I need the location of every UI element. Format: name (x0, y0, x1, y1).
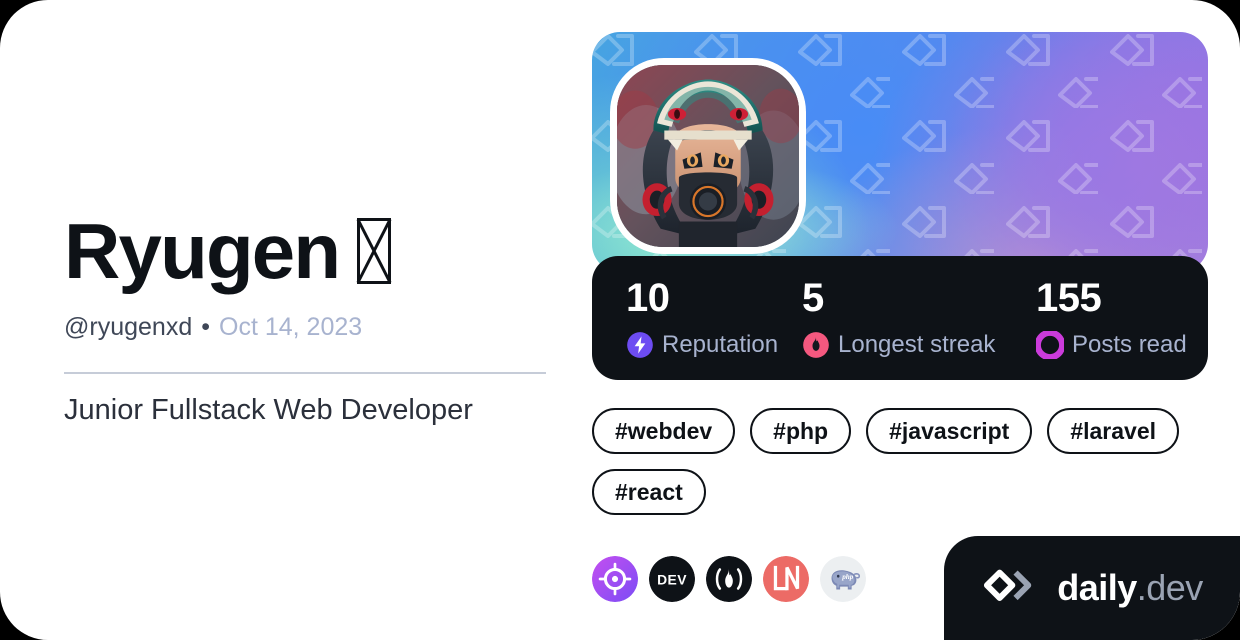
tag-chip[interactable]: #laravel (1047, 408, 1180, 454)
daily-dev-logo-icon (984, 569, 1032, 601)
tag-chip[interactable]: #react (592, 469, 706, 515)
brand-wordmark: daily.dev (1057, 570, 1203, 606)
php-elephant-icon[interactable]: php (820, 556, 866, 602)
tag-chip[interactable]: #javascript (866, 408, 1033, 454)
stat-longest-streak: 5 Longest streak (802, 278, 1036, 380)
ln-icon[interactable] (763, 556, 809, 602)
devto-icon[interactable]: DEV (649, 556, 695, 602)
stat-label: Longest streak (838, 331, 996, 358)
profile-visual-column: 10 Reputation 5 Longest streak 155 Posts… (592, 32, 1208, 602)
stats-bar: 10 Reputation 5 Longest streak 155 Posts… (592, 256, 1208, 380)
hashnode-flame-icon[interactable] (706, 556, 752, 602)
stat-posts-read: 155 Posts read (1036, 278, 1187, 380)
social-links: DEV php (592, 556, 866, 602)
ring-icon (1036, 331, 1064, 359)
stat-value: 10 (626, 276, 670, 320)
section-divider (64, 372, 546, 374)
meta-separator: • (201, 313, 210, 341)
stat-value: 5 (802, 276, 824, 320)
profile-meta: @ryugenxd • Oct 14, 2023 (64, 313, 362, 342)
tag-chip[interactable]: #webdev (592, 408, 736, 454)
page-title: Ryugen (64, 207, 341, 295)
codepen-target-icon[interactable] (592, 556, 638, 602)
stat-label-row: Longest streak (802, 331, 1036, 359)
dev-card: Ryugen @ryugenxd • Oct 14, 2023 Junior F… (0, 0, 1240, 640)
stat-value: 155 (1036, 276, 1102, 320)
lightning-bolt-icon (627, 332, 653, 358)
avatar (617, 65, 799, 247)
brand-name-secondary: .dev (1136, 567, 1204, 608)
svg-text:php: php (841, 573, 854, 581)
stat-reputation: 10 Reputation (626, 278, 802, 380)
stat-label-row: Reputation (626, 331, 802, 359)
avatar-frame (610, 58, 806, 254)
flame-icon (803, 332, 829, 358)
job-title: Junior Fullstack Web Developer (64, 394, 473, 426)
display-name-row: Ryugen (64, 207, 392, 295)
cover-image (592, 32, 1208, 272)
missing-glyph-box-icon (357, 218, 392, 284)
tag-chip[interactable]: #php (750, 408, 852, 454)
avatar-artwork (617, 65, 799, 247)
tag-list: #webdev #php #javascript #laravel #react (592, 408, 1208, 515)
brand-name-primary: daily (1057, 567, 1137, 608)
user-handle: @ryugenxd (64, 313, 193, 341)
daily-dev-brand-badge: daily.dev (944, 536, 1240, 640)
svg-text:DEV: DEV (657, 571, 687, 587)
stat-label-row: Posts read (1036, 331, 1187, 359)
profile-info-column: Ryugen @ryugenxd • Oct 14, 2023 Junior F… (64, 0, 564, 640)
stat-label: Reputation (662, 331, 779, 358)
stat-label: Posts read (1072, 331, 1187, 358)
joined-date: Oct 14, 2023 (219, 313, 363, 341)
